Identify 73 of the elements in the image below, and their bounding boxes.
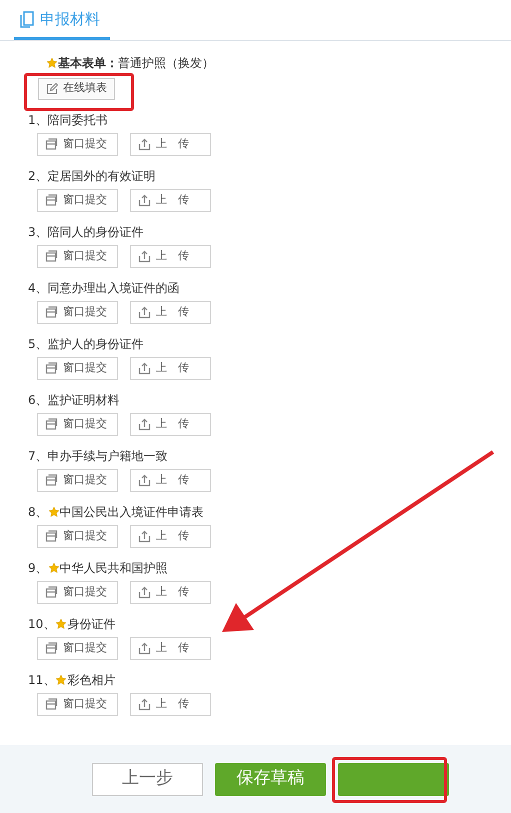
window-icon: [45, 530, 58, 542]
item-title: 身份证件: [67, 616, 116, 632]
upload-icon: [138, 530, 151, 542]
upload-icon: [138, 586, 151, 598]
window-icon: [45, 418, 58, 430]
window-submit-button[interactable]: 窗口提交: [37, 468, 118, 492]
item-title: 陪同人的身份证件: [48, 224, 144, 240]
window-submit-button[interactable]: 窗口提交: [37, 356, 118, 380]
upload-icon: [138, 138, 151, 150]
upload-icon: [138, 642, 151, 654]
window-icon: [45, 306, 58, 318]
window-submit-button[interactable]: 窗口提交: [37, 524, 118, 548]
window-submit-button[interactable]: 窗口提交: [37, 412, 118, 436]
item-title: 定居国外的有效证明: [48, 168, 156, 184]
upload-icon: [138, 250, 151, 262]
item-title: 中国公民出入境证件申请表: [60, 504, 204, 520]
window-icon: [45, 362, 58, 374]
window-icon: [45, 194, 58, 206]
item-title: 中华人民共和国护照: [60, 560, 168, 576]
upload-button[interactable]: 上 传: [130, 524, 211, 548]
window-icon: [45, 642, 58, 654]
upload-icon: [138, 474, 151, 486]
upload-button[interactable]: 上 传: [130, 132, 211, 156]
window-submit-button[interactable]: 窗口提交: [37, 636, 118, 660]
item-number: 1、: [28, 112, 48, 128]
item-number: 3、: [28, 224, 48, 240]
basic-form-value: 普通护照（换发）: [118, 54, 214, 72]
window-submit-button[interactable]: 窗口提交: [37, 300, 118, 324]
item-number: 5、: [28, 336, 48, 352]
window-submit-button[interactable]: 窗口提交: [37, 244, 118, 268]
upload-button[interactable]: 上 传: [130, 244, 211, 268]
item-number: 4、: [28, 280, 48, 296]
upload-button[interactable]: 上 传: [130, 468, 211, 492]
upload-icon: [138, 306, 151, 318]
upload-icon: [138, 194, 151, 206]
item-number: 9、: [28, 560, 48, 576]
upload-icon: [138, 362, 151, 374]
item-title: 监护人的身份证件: [48, 336, 144, 352]
upload-button[interactable]: 上 传: [130, 692, 211, 716]
window-submit-button[interactable]: 窗口提交: [37, 692, 118, 716]
item-number: 6、: [28, 392, 48, 408]
window-submit-button[interactable]: 窗口提交: [37, 188, 118, 212]
window-icon: [45, 586, 58, 598]
window-submit-button[interactable]: 窗口提交: [37, 580, 118, 604]
window-submit-button[interactable]: 窗口提交: [37, 132, 118, 156]
upload-button[interactable]: 上 传: [130, 636, 211, 660]
basic-form-label: 基本表单：: [58, 54, 118, 72]
upload-icon: [138, 698, 151, 710]
window-icon: [45, 250, 58, 262]
upload-button[interactable]: 上 传: [130, 300, 211, 324]
item-title: 彩色相片: [67, 672, 116, 688]
item-number: 10、: [28, 616, 56, 632]
item-title: 陪同委托书: [48, 112, 108, 128]
online-fill-button[interactable]: 在线填表: [38, 78, 115, 100]
upload-button[interactable]: 上 传: [130, 580, 211, 604]
item-number: 8、: [28, 504, 48, 520]
item-title: 同意办理出入境证件的函: [48, 280, 180, 296]
item-number: 11、: [28, 672, 56, 688]
window-icon: [45, 474, 58, 486]
upload-button[interactable]: 上 传: [130, 188, 211, 212]
item-title: 申办手续与户籍地一致: [48, 448, 168, 464]
previous-step-button[interactable]: 上一步: [92, 762, 203, 796]
action-button[interactable]: [338, 762, 449, 796]
document-icon: [20, 10, 34, 28]
upload-icon: [138, 418, 151, 430]
edit-icon: [46, 82, 58, 94]
window-icon: [45, 138, 58, 150]
upload-button[interactable]: 上 传: [130, 412, 211, 436]
window-icon: [45, 698, 58, 710]
item-title: 监护证明材料: [48, 392, 120, 408]
item-number: 2、: [28, 168, 48, 184]
upload-button[interactable]: 上 传: [130, 356, 211, 380]
item-number: 7、: [28, 448, 48, 464]
